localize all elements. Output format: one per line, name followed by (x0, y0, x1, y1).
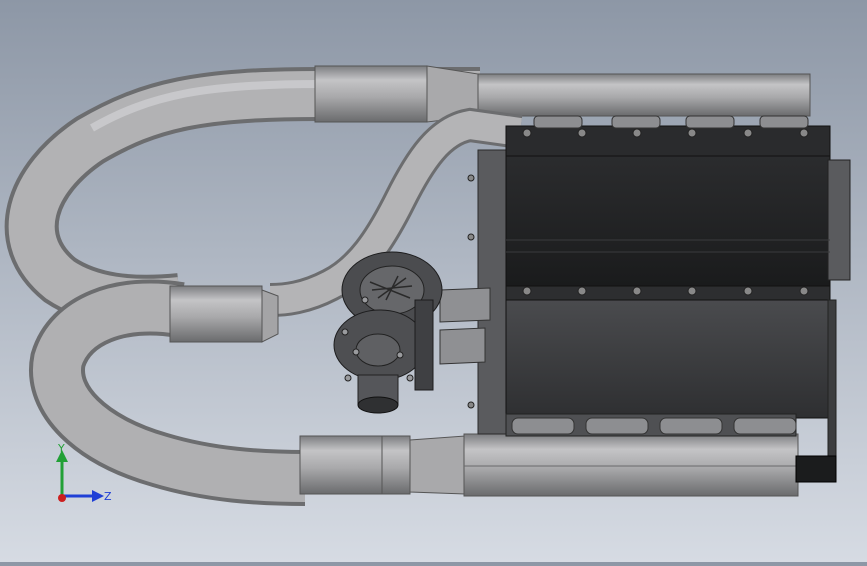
x-axis-origin-dot (58, 494, 66, 502)
z-axis-arrowhead (92, 490, 104, 502)
view-orientation-triad: Y Z (56, 442, 112, 503)
turbocharger (333, 251, 491, 414)
engine-block (467, 115, 851, 483)
z-axis-label: Z (104, 490, 112, 503)
engine-assembly-model (4, 65, 851, 506)
cad-viewport[interactable]: Y Z (0, 0, 867, 562)
y-axis-label: Y (57, 442, 65, 455)
